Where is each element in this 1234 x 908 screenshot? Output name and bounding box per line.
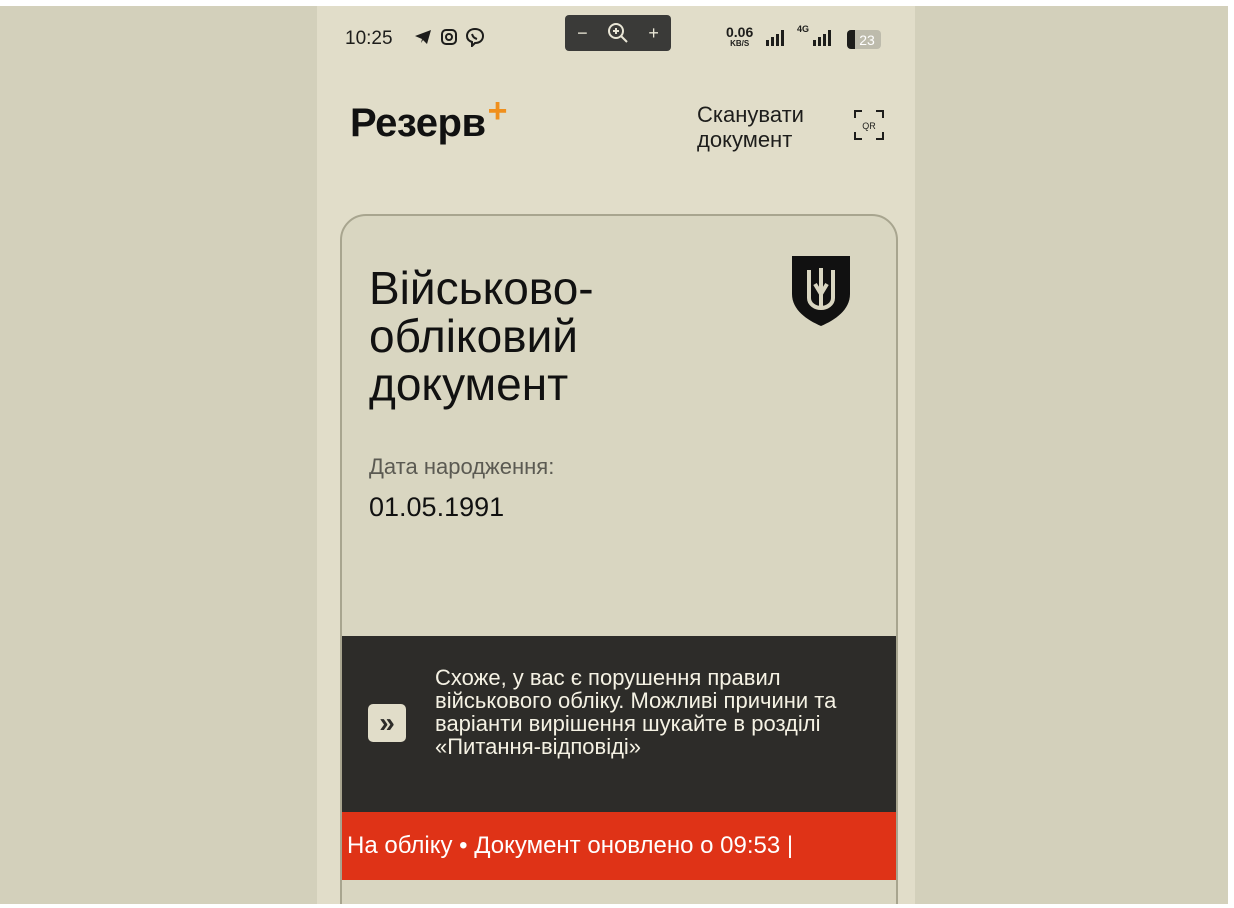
app-logo: Резерв+ [350, 92, 507, 145]
signal-icon [766, 30, 784, 46]
logo-plus: + [487, 92, 508, 130]
battery-icon: 23 [847, 30, 881, 49]
document-title: Військово-обліковий документ [369, 262, 594, 410]
registration-warning[interactable]: » Схоже, у вас є порушення правил військ… [342, 636, 896, 812]
warning-text: Схоже, у вас є порушення правил військов… [435, 665, 837, 759]
signal-icon-2 [813, 30, 831, 46]
phone-screen: 10:25 − + 0.06 KB/S 4G 23 Резерв+ Сканув… [317, 6, 915, 904]
battery-level: 23 [859, 31, 875, 48]
trident-emblem-icon [790, 254, 852, 328]
zoom-out-button[interactable]: − [572, 23, 592, 44]
telegram-icon [413, 27, 433, 47]
qr-scan-icon[interactable]: QR [854, 110, 884, 140]
status-ticker: На обліку • Документ оновлено о 09:53 | [342, 812, 896, 880]
dob-value: 01.05.1991 [369, 492, 505, 522]
zoom-in-button[interactable]: + [644, 23, 664, 44]
qr-label: QR [862, 121, 876, 131]
document-card[interactable]: Військово-обліковий документ Дата народж… [340, 214, 898, 904]
dob-label: Дата народження: [369, 454, 555, 479]
notification-icons [413, 27, 485, 47]
status-time: 10:25 [345, 28, 393, 49]
zoom-controls: − + [565, 15, 671, 51]
network-speed: 0.06 KB/S [726, 24, 754, 48]
zoom-icon [607, 22, 629, 44]
network-type: 4G [797, 24, 810, 34]
instagram-icon [439, 27, 459, 47]
status-bar: 10:25 − + 0.06 KB/S 4G 23 [317, 6, 915, 66]
double-chevron-icon: » [368, 704, 406, 742]
viber-icon [465, 27, 485, 47]
scan-document-button[interactable]: Сканувати документ [697, 102, 847, 152]
